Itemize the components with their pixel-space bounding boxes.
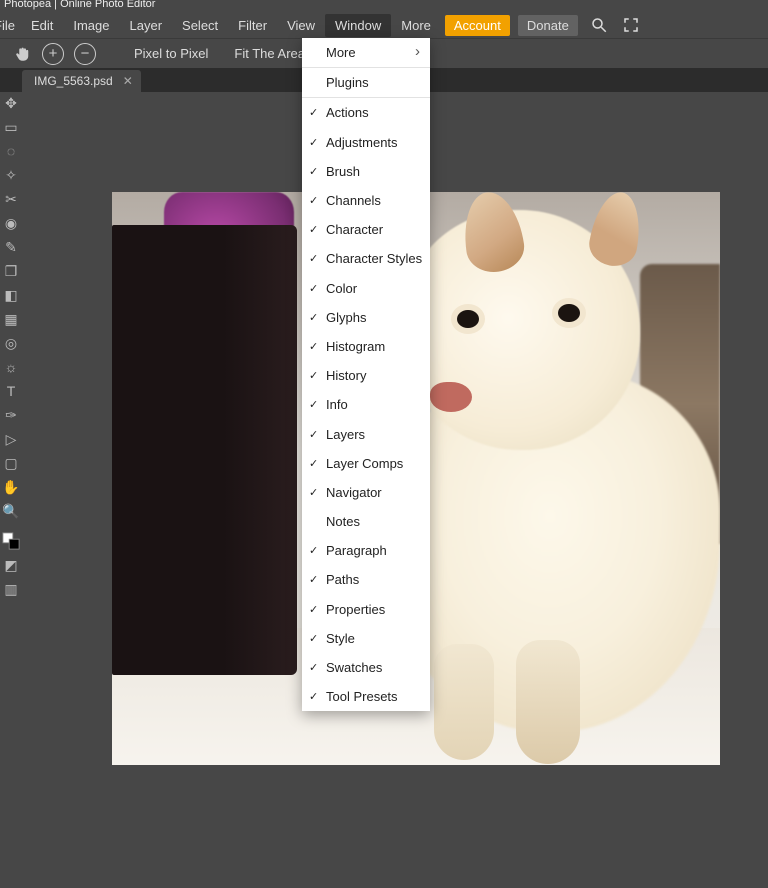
donate-button[interactable]: Donate	[518, 15, 578, 36]
dropdown-item[interactable]: Style	[302, 624, 430, 653]
account-button[interactable]: Account	[445, 15, 510, 36]
menu-bar: File Edit Image Layer Select Filter View…	[0, 12, 768, 38]
menu-filter[interactable]: Filter	[228, 14, 277, 37]
menu-window[interactable]: Window	[325, 14, 391, 37]
dropdown-item[interactable]: Histogram	[302, 332, 430, 361]
dropdown-plugins[interactable]: Plugins	[302, 68, 430, 97]
path-tool-icon[interactable]: ▷	[2, 430, 20, 448]
tool-palette: ✥ ▭ ◌ ✧ ✂ ◉ ✎ ❐ ◧ ▦ ◎ ☼ T ✑ ▷ ▢ ✋ 🔍 ◩ ▥	[0, 92, 22, 888]
gradient-tool-icon[interactable]: ▦	[2, 310, 20, 328]
window-title: Photopea | Online Photo Editor	[0, 0, 768, 12]
type-tool-icon[interactable]: T	[2, 382, 20, 400]
brush-tool-icon[interactable]: ✎	[2, 238, 20, 256]
menu-layer[interactable]: Layer	[120, 14, 173, 37]
dodge-tool-icon[interactable]: ☼	[2, 358, 20, 376]
dropdown-item[interactable]: Navigator	[302, 478, 430, 507]
dropdown-label: More	[326, 45, 356, 60]
dropdown-item[interactable]: Adjustments	[302, 128, 430, 157]
dropdown-item[interactable]: Layer Comps	[302, 449, 430, 478]
dropdown-item[interactable]: Color	[302, 274, 430, 303]
menu-view[interactable]: View	[277, 14, 325, 37]
dropdown-label: Plugins	[326, 75, 369, 90]
close-icon[interactable]: ✕	[123, 74, 133, 88]
zoom-in-button[interactable]: +	[42, 43, 64, 65]
zoom-tool-icon[interactable]: 🔍	[2, 502, 20, 520]
search-icon[interactable]	[588, 14, 610, 36]
menu-edit[interactable]: Edit	[21, 14, 63, 37]
eyedropper-tool-icon[interactable]: ◉	[2, 214, 20, 232]
lasso-tool-icon[interactable]: ◌	[2, 142, 20, 160]
window-dropdown: More Plugins ActionsAdjustmentsBrushChan…	[302, 38, 430, 711]
dropdown-item[interactable]: Properties	[302, 595, 430, 624]
dropdown-item[interactable]: Paragraph	[302, 536, 430, 565]
dropdown-item[interactable]: Channels	[302, 186, 430, 215]
dropdown-item[interactable]: Notes	[302, 507, 430, 536]
dropdown-item[interactable]: Character Styles	[302, 244, 430, 273]
dropdown-item[interactable]: History	[302, 361, 430, 390]
shape-tool-icon[interactable]: ▢	[2, 454, 20, 472]
dropdown-item[interactable]: Actions	[302, 98, 430, 127]
menu-image[interactable]: Image	[63, 14, 119, 37]
menu-select[interactable]: Select	[172, 14, 228, 37]
hand-tool-icon[interactable]: ✋	[2, 478, 20, 496]
dropdown-item[interactable]: Character	[302, 215, 430, 244]
menu-more[interactable]: More	[391, 14, 441, 37]
crop-tool-icon[interactable]: ✂	[2, 190, 20, 208]
pen-tool-icon[interactable]: ✑	[2, 406, 20, 424]
dropdown-item[interactable]: Paths	[302, 565, 430, 594]
hand-tool-icon[interactable]	[14, 45, 32, 63]
dropdown-more[interactable]: More	[302, 38, 430, 67]
blur-tool-icon[interactable]: ◎	[2, 334, 20, 352]
document-tab[interactable]: IMG_5563.psd ✕	[22, 70, 141, 92]
dropdown-item[interactable]: Glyphs	[302, 303, 430, 332]
fit-the-area-button[interactable]: Fit The Area	[234, 46, 305, 61]
dropdown-item[interactable]: Tool Presets	[302, 682, 430, 711]
move-tool-icon[interactable]: ✥	[2, 94, 20, 112]
screenmode-icon[interactable]: ▥	[2, 580, 20, 598]
fullscreen-icon[interactable]	[620, 14, 642, 36]
document-tab-label: IMG_5563.psd	[34, 74, 113, 88]
menu-file-label: File	[0, 18, 15, 33]
wand-tool-icon[interactable]: ✧	[2, 166, 20, 184]
dropdown-item[interactable]: Layers	[302, 419, 430, 448]
color-swap-icon[interactable]	[2, 532, 20, 550]
dropdown-item[interactable]: Swatches	[302, 653, 430, 682]
zoom-out-button[interactable]: −	[74, 43, 96, 65]
eraser-tool-icon[interactable]: ◧	[2, 286, 20, 304]
menu-file[interactable]: File	[0, 14, 21, 37]
pixel-to-pixel-button[interactable]: Pixel to Pixel	[134, 46, 208, 61]
dropdown-item[interactable]: Brush	[302, 157, 430, 186]
clone-tool-icon[interactable]: ❐	[2, 262, 20, 280]
quickmask-icon[interactable]: ◩	[2, 556, 20, 574]
marquee-tool-icon[interactable]: ▭	[2, 118, 20, 136]
dropdown-item[interactable]: Info	[302, 390, 430, 419]
